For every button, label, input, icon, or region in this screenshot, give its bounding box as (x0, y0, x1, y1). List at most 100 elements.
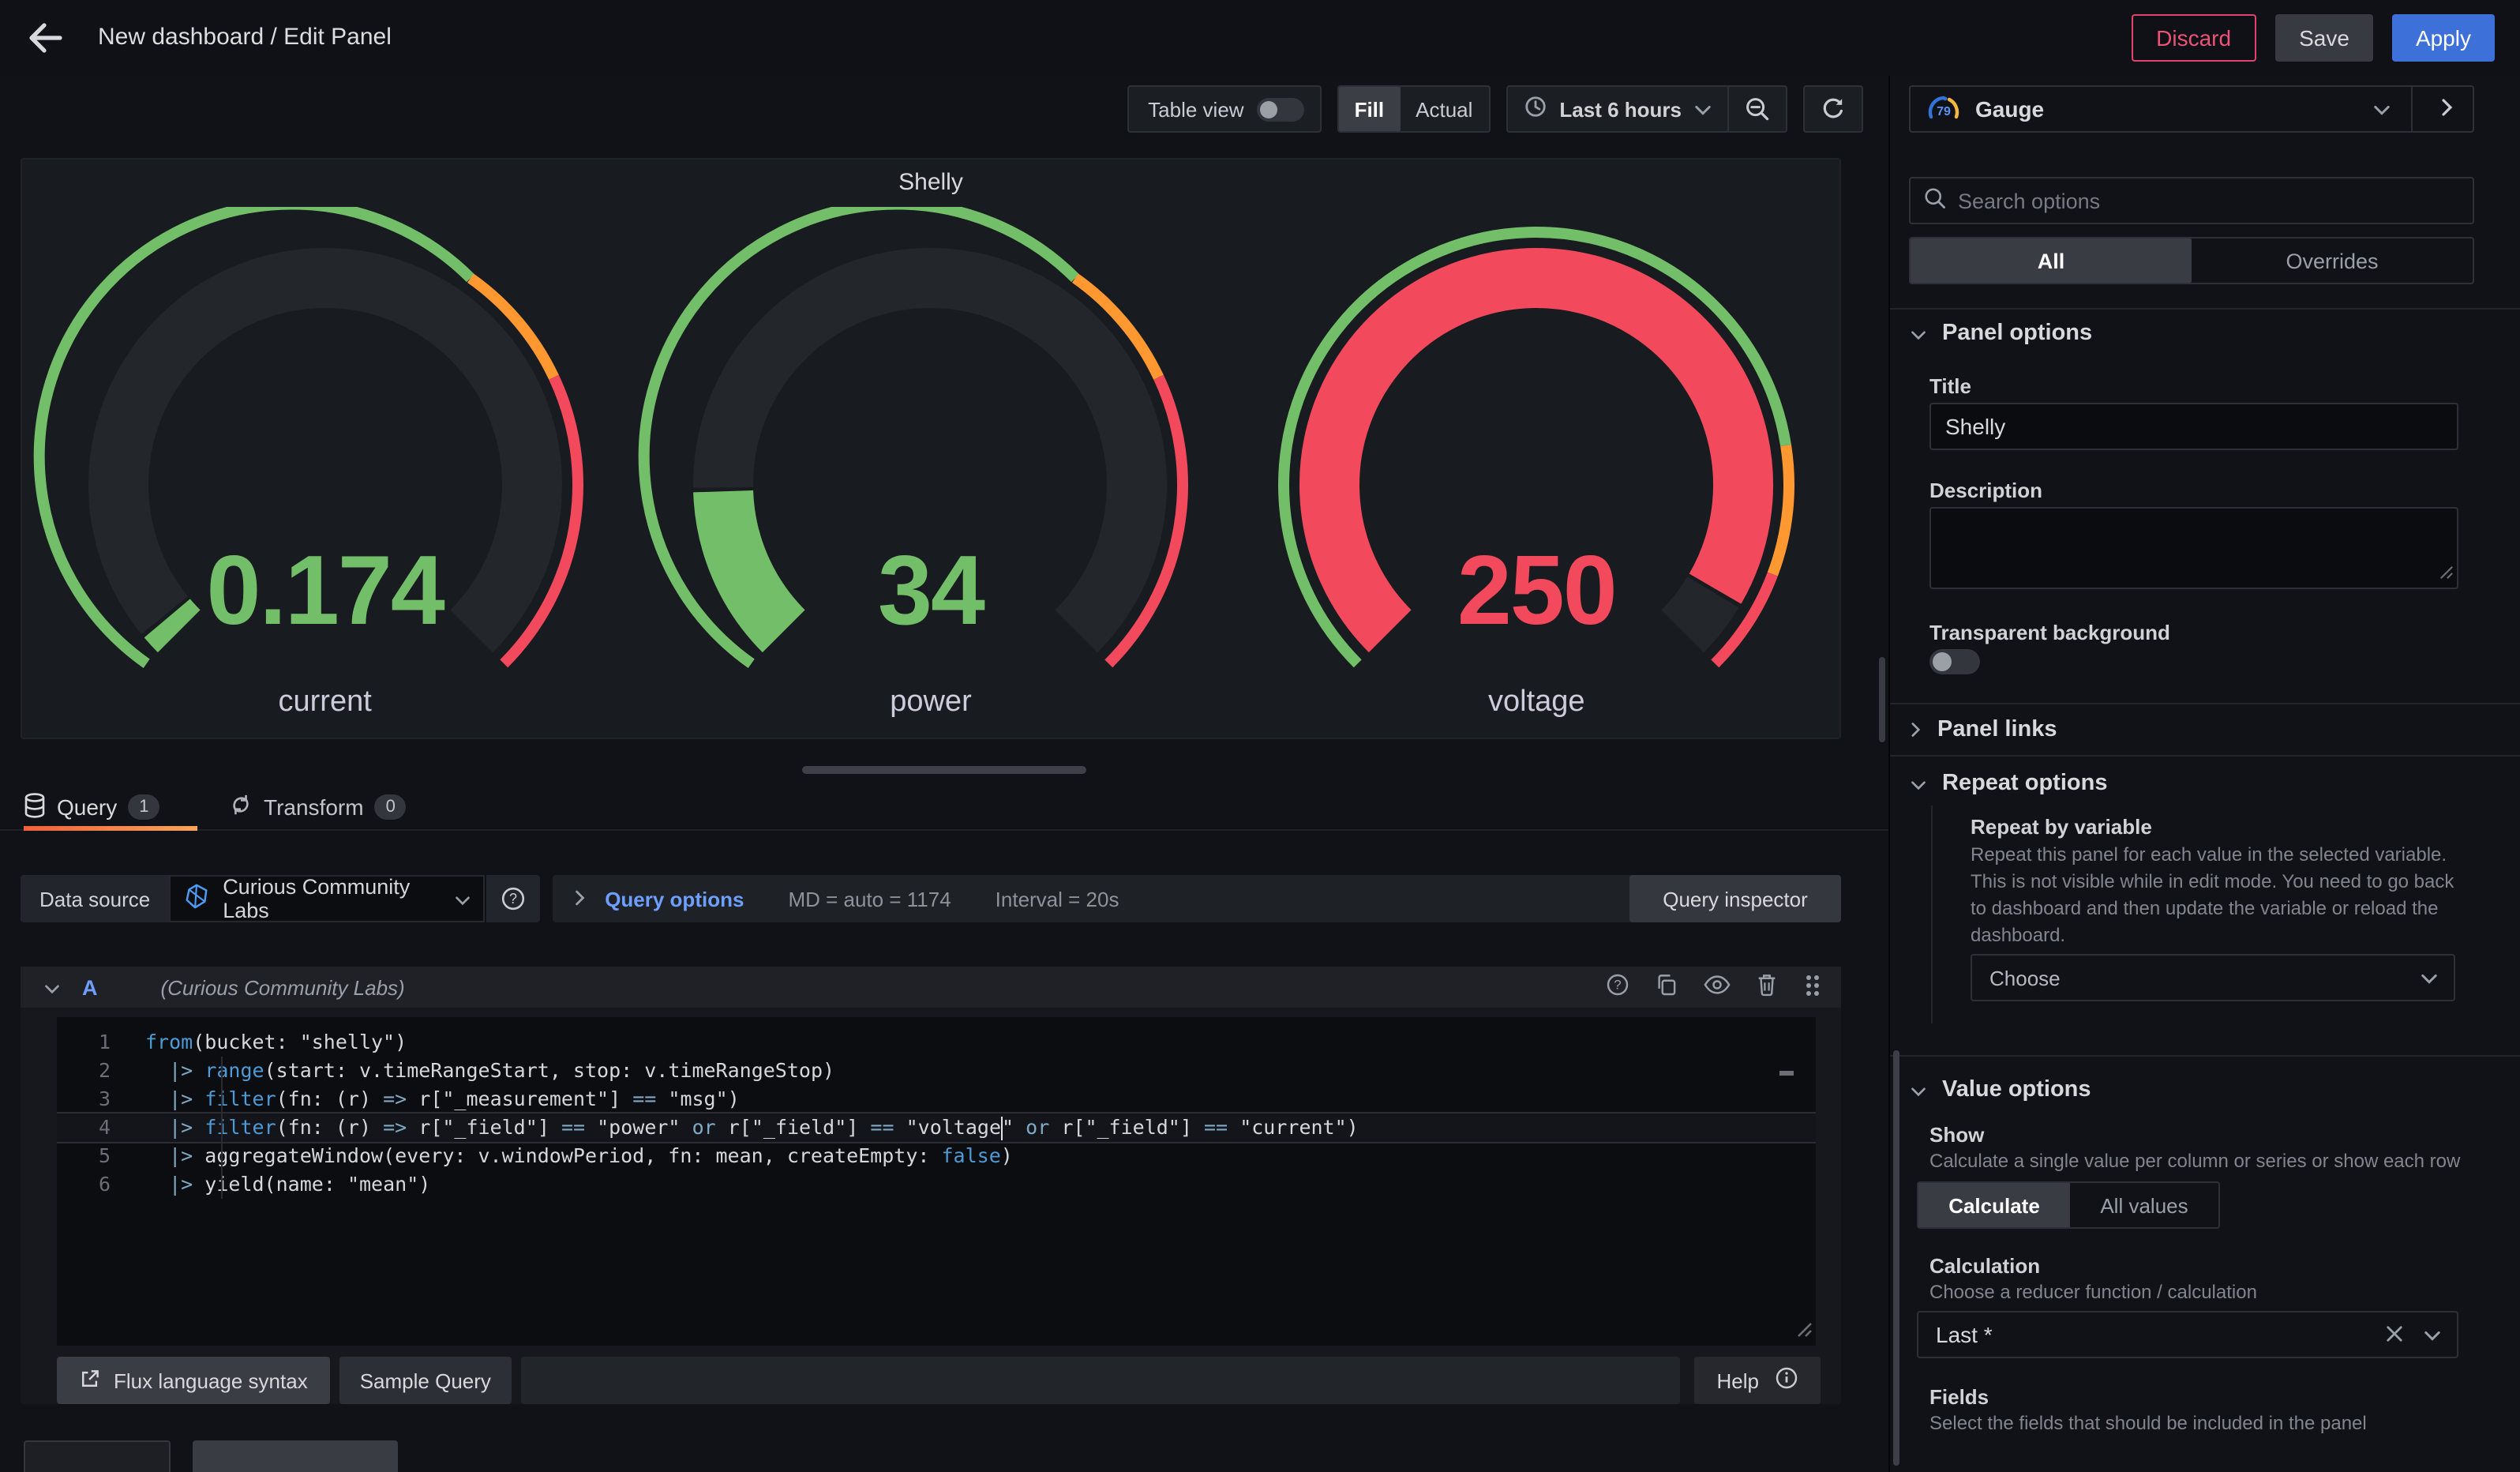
options-search-input[interactable] (1958, 189, 2460, 212)
clear-icon[interactable] (2386, 1323, 2403, 1346)
datasource-row: Data source Curious Community Labs ? Que… (21, 875, 1841, 922)
fill-button[interactable]: Fill (1339, 87, 1401, 131)
save-button[interactable]: Save (2275, 14, 2373, 62)
collapse-pane-icon[interactable] (2441, 97, 2454, 121)
code-line[interactable]: 4 |> filter(fn: (r) => r["_field"] == "p… (57, 1113, 1816, 1142)
refresh-button[interactable] (1805, 87, 1862, 131)
section-value-options[interactable]: Value options (1911, 1077, 2091, 1102)
chevron-right-icon[interactable] (575, 887, 586, 911)
transform-icon (229, 793, 253, 821)
tab-query[interactable]: Query 1 (24, 783, 160, 831)
duplicate-icon[interactable] (1655, 973, 1678, 1001)
tab-all[interactable]: All (1911, 238, 2192, 283)
code-line[interactable]: 6 |> yield(name: "mean") (57, 1170, 1816, 1199)
chevron-down-icon (455, 887, 471, 911)
eye-icon[interactable] (1704, 974, 1731, 1000)
drag-grip-icon[interactable] (1803, 972, 1822, 1002)
time-range-picker[interactable]: Last 6 hours (1507, 87, 1727, 131)
gauge-label-current: current (22, 685, 628, 720)
calculate-option[interactable]: Calculate (1918, 1183, 2070, 1227)
query-options-link[interactable]: Query options (605, 887, 744, 911)
query-row-actions: ? (1606, 967, 1822, 1008)
help-button[interactable]: Help (1695, 1357, 1821, 1404)
clock-icon (1523, 95, 1547, 123)
tab-query-badge: 1 (128, 794, 159, 820)
fields-label: Fields (1929, 1385, 1989, 1409)
code-line[interactable]: 3 |> filter(fn: (r) => r["_measurement"]… (57, 1085, 1816, 1113)
repeat-description: Repeat this panel for each value in the … (1971, 842, 2460, 949)
add-expression-button-partial[interactable] (193, 1440, 398, 1472)
discard-button[interactable]: Discard (2131, 14, 2256, 62)
flux-code-editor[interactable]: 1from(bucket: "shelly")2 |> range(start:… (57, 1017, 1816, 1346)
title-label: Title (1929, 374, 1971, 398)
tab-query-label: Query (57, 794, 117, 820)
gauge-value-voltage: 250 (1234, 535, 1839, 648)
all-values-option[interactable]: All values (2070, 1183, 2218, 1227)
topbar: New dashboard / Edit Panel Discard Save … (0, 0, 2520, 76)
editor-tabs: Query 1 Transform 0 (0, 783, 1888, 831)
sample-query-button[interactable]: Sample Query (339, 1357, 512, 1404)
chevron-down-icon (2424, 1323, 2441, 1346)
options-scrollbar-thumb[interactable] (1893, 1050, 1899, 1466)
chevron-down-icon (1911, 321, 1926, 345)
query-inspector-button[interactable]: Query inspector (1629, 875, 1841, 922)
code-lines: 1from(bucket: "shelly")2 |> range(start:… (57, 1028, 1816, 1199)
options-filter-tabs: All Overrides (1909, 237, 2474, 284)
zoom-out-button[interactable] (1729, 87, 1786, 131)
svg-text:?: ? (509, 891, 517, 907)
datasource-name: Curious Community Labs (223, 875, 442, 922)
main-scrollbar-thumb[interactable] (1879, 657, 1885, 742)
description-textarea[interactable] (1929, 507, 2458, 589)
topbar-actions: Discard Save Apply (2131, 14, 2495, 62)
gauge-label-power: power (628, 685, 1233, 720)
repeat-select-placeholder: Choose (1989, 966, 2061, 989)
calculation-value: Last * (1936, 1322, 1993, 1347)
section-panel-links[interactable]: Panel links (1911, 717, 2057, 742)
trash-icon[interactable] (1756, 973, 1778, 1001)
apply-button[interactable]: Apply (2392, 14, 2495, 62)
grafana-edit-panel: New dashboard / Edit Panel Discard Save … (0, 0, 2520, 1472)
flux-syntax-button[interactable]: Flux language syntax (57, 1357, 330, 1404)
back-arrow-icon[interactable] (25, 19, 66, 57)
panel-title-input[interactable] (1929, 403, 2458, 450)
transparent-bg-toggle[interactable] (1929, 649, 1980, 674)
section-repeat-options[interactable]: Repeat options (1911, 771, 2107, 796)
external-link-icon (79, 1367, 101, 1394)
section-panel-options[interactable]: Panel options (1911, 321, 2092, 346)
code-line[interactable]: 5 |> aggregateWindow(every: v.windowPeri… (57, 1142, 1816, 1170)
datasource-help-icon[interactable]: ? (486, 875, 540, 922)
repeat-variable-select[interactable]: Choose (1971, 954, 2455, 1001)
table-view-label: Table view (1129, 97, 1256, 121)
gauge-voltage: 250 voltage (1234, 207, 1839, 741)
textarea-resize-icon[interactable] (2439, 561, 2454, 584)
panel-resize-handle[interactable] (802, 766, 1086, 774)
page-title: New dashboard / Edit Panel (98, 0, 392, 76)
editor-resize-handle[interactable] (1797, 1319, 1813, 1342)
code-line[interactable]: 2 |> range(start: v.timeRangeStart, stop… (57, 1057, 1816, 1085)
table-view-toggle[interactable] (1257, 97, 1304, 121)
visualization-picker[interactable]: 79 Gauge (1909, 85, 2474, 133)
add-query-button-partial[interactable] (24, 1440, 171, 1472)
tab-transform-badge: 0 (375, 794, 407, 820)
code-line[interactable]: 1from(bucket: "shelly") (57, 1028, 1816, 1057)
query-row-header[interactable]: A (Curious Community Labs) ? (21, 967, 1841, 1008)
tab-transform[interactable]: Transform 0 (229, 783, 407, 831)
max-datapoints-stat: MD = auto = 1174 (788, 887, 951, 911)
chevron-right-icon (1911, 718, 1922, 742)
collapse-chevron-icon[interactable] (44, 975, 60, 999)
gauge-current: 0.174 current (22, 207, 628, 741)
table-view-group: Table view (1127, 85, 1321, 133)
fields-description: Select the fields that should be include… (1929, 1410, 2367, 1437)
help-label: Help (1717, 1369, 1760, 1392)
time-range-label: Last 6 hours (1559, 97, 1682, 121)
options-search[interactable] (1909, 177, 2474, 224)
gauge-panel[interactable]: Shelly 0.174 current 34 power 250 voltag… (21, 158, 1841, 739)
datasource-select[interactable]: Curious Community Labs (169, 875, 485, 922)
transparent-bg-label: Transparent background (1929, 621, 2170, 644)
tab-overrides[interactable]: Overrides (2192, 238, 2473, 283)
actual-button[interactable]: Actual (1400, 87, 1488, 131)
footer-spacer-bar (521, 1357, 1681, 1404)
help-circle-icon[interactable]: ? (1606, 973, 1629, 1001)
calculation-select[interactable]: Last * (1917, 1311, 2458, 1358)
overview-ruler-mark (1779, 1071, 1794, 1076)
